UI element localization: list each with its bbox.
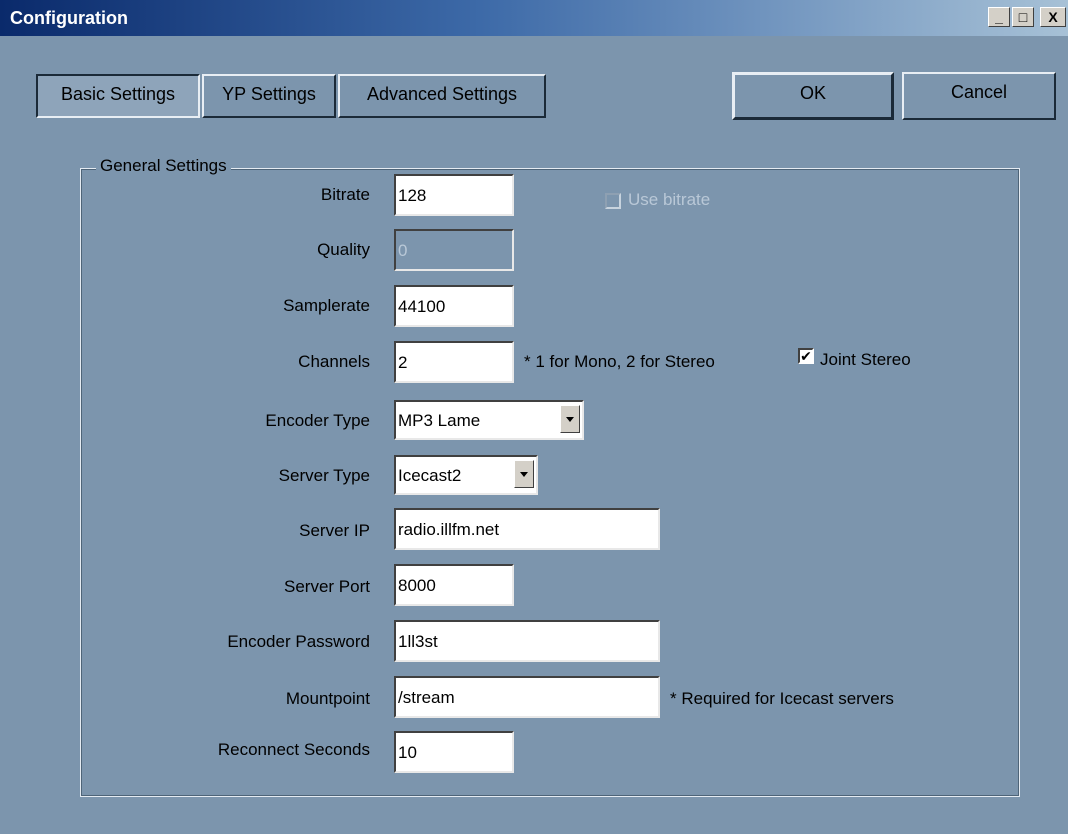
bitrate-field[interactable]: 128	[394, 174, 514, 216]
dropdown-arrow-icon[interactable]	[514, 460, 534, 488]
cancel-button[interactable]: Cancel	[902, 72, 1056, 120]
general-settings-title: General Settings	[96, 156, 231, 176]
channels-label: Channels	[298, 352, 370, 371]
joint-stereo-checkbox[interactable]: ✔	[798, 348, 814, 364]
ok-button[interactable]: OK	[732, 72, 894, 120]
server-port-label: Server Port	[284, 577, 370, 596]
tab-advanced-settings[interactable]: Advanced Settings	[338, 74, 546, 118]
mountpoint-label: Mountpoint	[285, 689, 370, 708]
tab-label: Advanced Settings	[366, 84, 518, 104]
bitrate-label: Bitrate	[320, 185, 370, 204]
maximize-icon: □	[1018, 9, 1028, 25]
use-bitrate-checkbox[interactable]	[605, 193, 621, 209]
use-bitrate-label: Use bitrate	[628, 190, 711, 209]
samplerate-field[interactable]: 44100	[394, 285, 514, 327]
server-type-select[interactable]: Icecast2	[394, 455, 538, 495]
close-button[interactable]: X	[1040, 7, 1066, 27]
maximize-button[interactable]: □	[1012, 7, 1034, 27]
quality-label: Quality	[317, 240, 370, 259]
server-ip-field[interactable]: radio.illfm.net	[394, 508, 660, 550]
server-port-field[interactable]: 8000	[394, 564, 514, 606]
quality-field: 0	[394, 229, 514, 271]
encoder-type-label: Encoder Type	[265, 411, 370, 430]
ok-label: OK	[799, 83, 826, 103]
mountpoint-field[interactable]: /stream	[394, 676, 660, 718]
server-type-value: Icecast2	[398, 466, 462, 485]
encoder-password-label: Encoder Password	[227, 632, 370, 651]
mountpoint-hint: * Required for Icecast servers	[670, 689, 894, 708]
joint-stereo-label: Joint Stereo	[820, 350, 911, 369]
dropdown-arrow-icon[interactable]	[560, 405, 580, 433]
minimize-icon: _	[995, 9, 1003, 25]
reconnect-seconds-label: Reconnect Seconds	[217, 740, 370, 759]
reconnect-seconds-field[interactable]: 10	[394, 731, 514, 773]
encoder-password-field[interactable]: 1ll3st	[394, 620, 660, 662]
tab-basic-settings[interactable]: Basic Settings	[36, 74, 200, 118]
encoder-type-value: MP3 Lame	[398, 411, 481, 430]
close-icon: X	[1048, 9, 1058, 25]
server-ip-label: Server IP	[299, 521, 370, 540]
tab-label: YP Settings	[222, 84, 316, 104]
channels-field[interactable]: 2	[394, 341, 514, 383]
minimize-button[interactable]: _	[988, 7, 1010, 27]
cancel-label: Cancel	[950, 82, 1008, 102]
window-title: Configuration	[10, 8, 128, 28]
tab-label: Basic Settings	[60, 84, 176, 104]
check-icon: ✔	[800, 348, 812, 364]
tab-yp-settings[interactable]: YP Settings	[202, 74, 336, 118]
server-type-label: Server Type	[278, 466, 370, 485]
samplerate-label: Samplerate	[283, 296, 370, 315]
encoder-type-select[interactable]: MP3 Lame	[394, 400, 584, 440]
title-bar[interactable]: Configuration _ □ X	[0, 0, 1068, 36]
channels-hint: * 1 for Mono, 2 for Stereo	[524, 352, 715, 371]
